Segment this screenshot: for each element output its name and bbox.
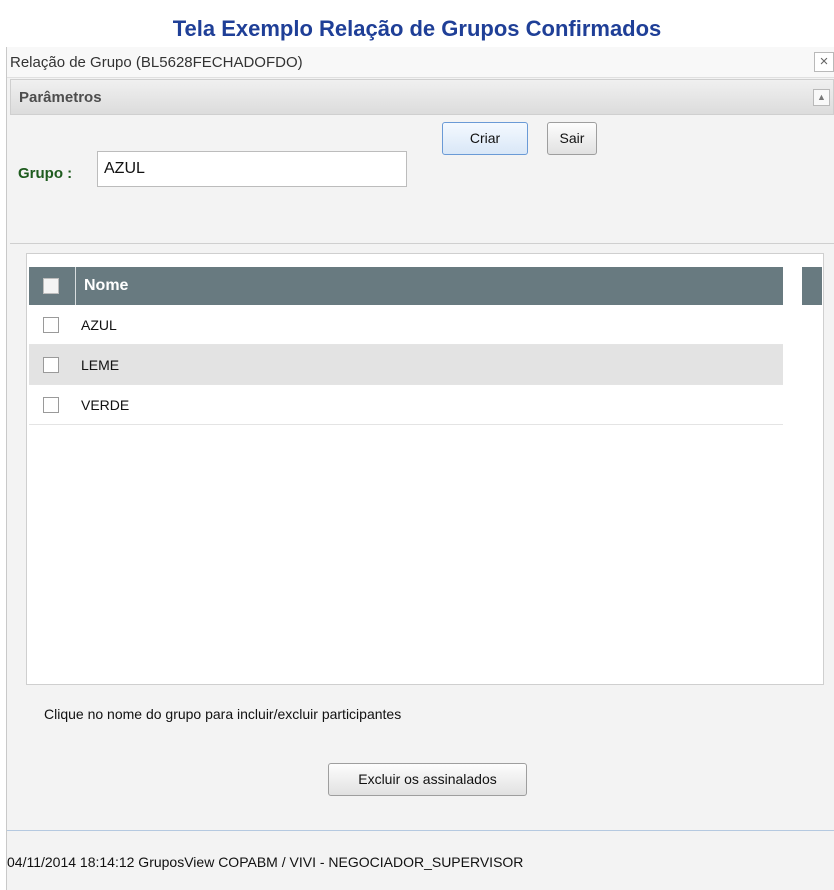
parameters-title: Parâmetros [19,89,102,106]
group-name[interactable]: VERDE [81,397,129,413]
grid-header: Nome [29,267,783,305]
hint-text: Clique no nome do grupo para incluir/exc… [44,706,402,722]
delete-selected-button[interactable]: Excluir os assinalados [328,763,527,796]
group-name[interactable]: AZUL [81,317,117,333]
groups-grid: Nome AZUL LEME VERDE [26,253,824,685]
table-row[interactable]: LEME [29,345,783,385]
select-all-checkbox[interactable] [43,278,59,294]
document-title: Tela Exemplo Relação de Grupos Confirmad… [172,16,662,41]
table-row[interactable]: VERDE [29,385,783,425]
grupo-label: Grupo : [18,165,73,182]
dialog-window: Relação de Grupo (BL5628FECHADOFDO) × Pa… [6,47,834,890]
header-divider [75,267,76,305]
grupo-input[interactable] [97,151,407,187]
row-checkbox[interactable] [43,317,59,333]
criar-button[interactable]: Criar [442,122,528,155]
status-divider [7,830,834,831]
row-checkbox[interactable] [43,357,59,373]
parameters-panel: Grupo : Criar Sair [10,115,834,244]
table-row[interactable]: AZUL [29,305,783,345]
column-header-nome[interactable]: Nome [84,277,128,295]
sair-button[interactable]: Sair [547,122,597,155]
group-name[interactable]: LEME [81,357,119,373]
window-title: Relação de Grupo (BL5628FECHADOFDO) [10,54,303,71]
window-titlebar: Relação de Grupo (BL5628FECHADOFDO) × [7,47,834,78]
status-bar: 04/11/2014 18:14:12 GruposView COPABM / … [7,854,524,870]
parameters-panel-header[interactable]: Parâmetros ▲ [10,79,834,115]
chevron-up-icon[interactable]: ▲ [813,89,830,106]
close-icon[interactable]: × [814,52,834,72]
row-checkbox[interactable] [43,397,59,413]
grid-scrollbar-header [802,267,822,305]
